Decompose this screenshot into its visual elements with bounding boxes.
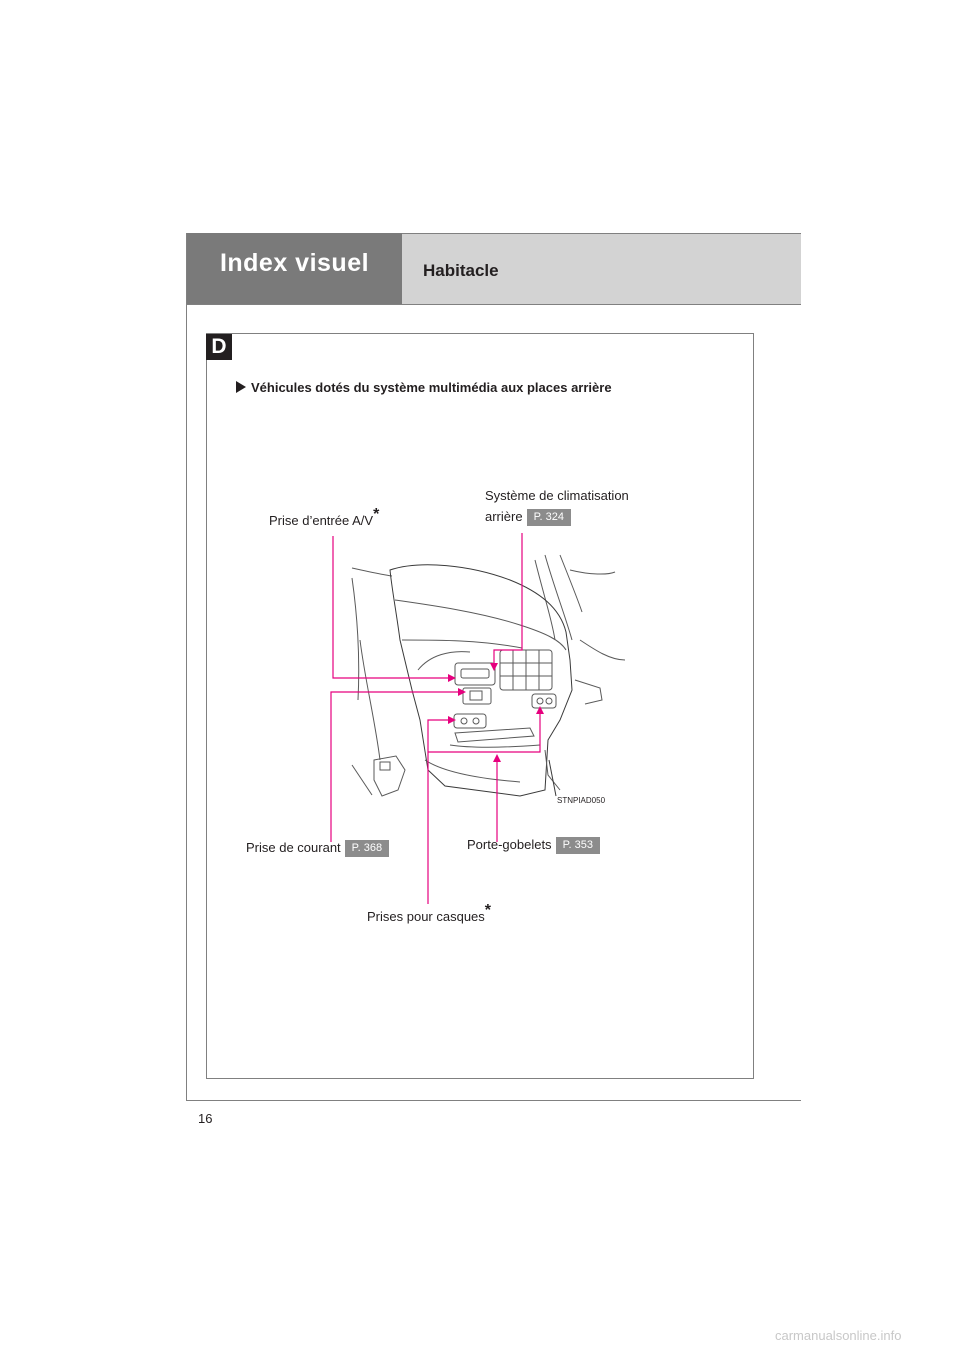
page-ref-badge: P. 353	[555, 837, 600, 854]
callout-av-input: Prise d’entrée A/V*	[269, 507, 379, 529]
callout-power-outlet-label: Prise de courant	[246, 840, 341, 855]
callout-av-input-label: Prise d’entrée A/V	[269, 513, 374, 528]
cup-holder-slot	[454, 727, 535, 743]
rear-console-illustration	[330, 533, 626, 904]
footnote-mark: *	[373, 506, 380, 523]
leader-line-headphones	[427, 719, 450, 904]
callout-rear-climate: arrière P. 324	[485, 509, 571, 526]
callout-rear-climate-line1: Système de climatisation	[485, 488, 629, 503]
callout-cup-holders: Porte-gobelets P. 353	[467, 837, 600, 854]
callout-power-outlet: Prise de courant P. 368	[246, 840, 390, 857]
console-body	[389, 564, 573, 797]
callout-headphone-jacks: Prises pour casques*	[367, 903, 491, 925]
watermark: carmanualsonline.info	[775, 1328, 902, 1343]
leader-line-av	[332, 536, 450, 679]
page-ref-badge: P. 368	[344, 840, 390, 857]
leader-line-power	[330, 691, 460, 842]
page-number: 16	[198, 1111, 213, 1126]
callout-headphone-jacks-label: Prises pour casques	[367, 909, 485, 924]
footnote-mark: *	[484, 902, 492, 919]
callout-rear-climate-line2: arrière	[485, 509, 523, 524]
headphone-jack-panel	[453, 713, 487, 729]
image-code: STNPIAD050	[557, 796, 606, 805]
seat-outline-left	[351, 567, 393, 577]
page-ref-badge: P. 324	[526, 509, 571, 526]
callout-cup-holders-label: Porte-gobelets	[467, 837, 552, 852]
